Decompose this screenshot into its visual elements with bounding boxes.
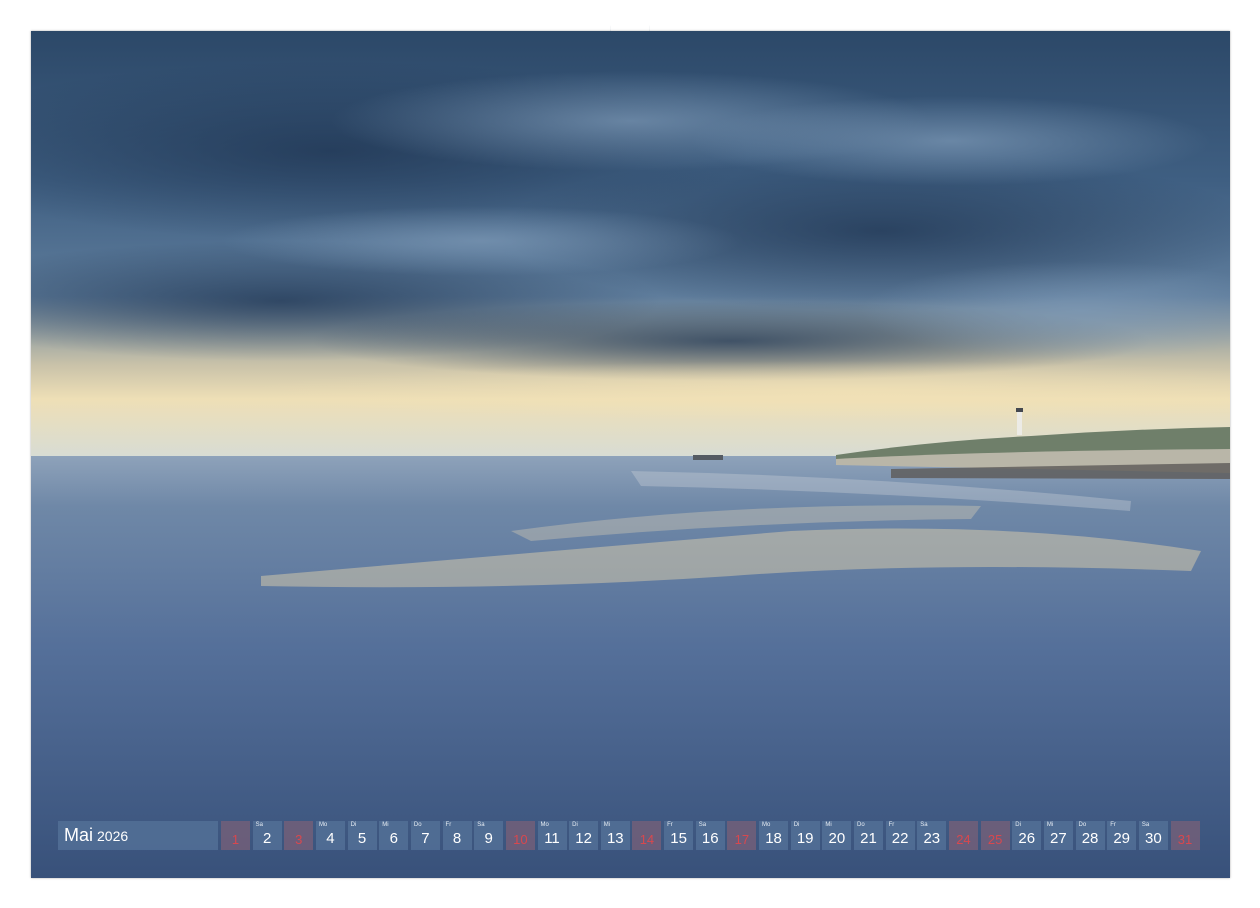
calendar-day: Fr 8 (442, 821, 472, 850)
calendar-day: Mo 11 (537, 821, 567, 850)
day-number: 7 (421, 830, 430, 847)
weekday-label: Mi (1046, 822, 1054, 828)
weekday-label: Sa (1141, 822, 1150, 828)
month-year: 2026 (97, 828, 129, 844)
weekday-label: Do (1078, 822, 1087, 828)
day-number: 19 (796, 830, 814, 847)
calendar-day: Mi 13 (600, 821, 630, 850)
calendar-day: Mo 18 (759, 821, 789, 850)
calendar-day: Mi 20 (822, 821, 852, 850)
day-number: 4 (326, 830, 335, 847)
calendar-day: Di 19 (790, 821, 820, 850)
calendar-day: 17 (727, 821, 757, 850)
weekday-label: Do (857, 822, 865, 828)
calendar-day: Mi 27 (1043, 821, 1073, 850)
day-number: 20 (828, 830, 846, 847)
weekday-label: Sa (698, 822, 707, 828)
weekday-label: Mi (825, 822, 832, 828)
calendar-day: Do 21 (854, 821, 883, 850)
day-number: 29 (1113, 830, 1131, 847)
calendar-day: Sa 16 (695, 821, 725, 850)
calendar-day: Di 5 (347, 821, 377, 850)
month-label: Mai 2026 (58, 821, 218, 850)
weekday-label: Mo (318, 822, 328, 828)
weekday-label: Fr (1110, 822, 1116, 828)
beach-lighthouse-photo (31, 31, 1230, 878)
day-number: 5 (357, 830, 367, 847)
day-number: 17 (734, 832, 750, 847)
day-number: 22 (891, 830, 909, 847)
sunset-glow (31, 361, 1230, 421)
weekday-label: Mi (603, 822, 611, 828)
day-number: 15 (670, 830, 687, 847)
day-number: 30 (1145, 830, 1162, 847)
day-number: 1 (231, 832, 240, 847)
calendar-day: Fr 29 (1107, 821, 1137, 850)
weekday-label: Mo (540, 822, 549, 828)
calendar-day: 14 (632, 821, 662, 850)
weekday-label: Di (572, 822, 578, 828)
day-number: 16 (701, 830, 719, 847)
day-number: 6 (389, 830, 398, 847)
calendar-day: 24 (948, 821, 978, 850)
day-number: 25 (987, 832, 1003, 847)
day-number: 21 (860, 830, 877, 847)
calendar-day: Fr 15 (664, 821, 694, 850)
month-name: Mai (64, 825, 94, 845)
weekday-label: Mo (762, 822, 771, 828)
weekday-label: Do (413, 822, 422, 828)
day-number: 9 (484, 830, 493, 847)
calendar-day: 10 (505, 821, 535, 850)
weekday-label: Mi (382, 822, 389, 828)
cloud-layer (31, 61, 1230, 381)
calendar-day: Mi 6 (379, 821, 409, 850)
calendar-day: 3 (284, 821, 314, 850)
weekday-label: Di (793, 822, 800, 828)
weekday-label: Di (1015, 822, 1021, 828)
day-number: 31 (1177, 832, 1193, 847)
day-number: 13 (606, 830, 624, 847)
calendar-day: Sa 9 (474, 821, 504, 850)
day-number: 27 (1050, 830, 1067, 847)
calendar-day: Do 7 (410, 821, 440, 850)
weekday-label: Fr (667, 822, 673, 828)
weekday-label: Fr (445, 822, 452, 828)
day-number: 8 (452, 830, 462, 847)
lighthouse-icon (1016, 408, 1023, 435)
calendar-day: 25 (980, 821, 1010, 850)
day-number: 10 (513, 832, 528, 847)
weekday-label: Sa (920, 822, 928, 828)
weekday-label: Fr (888, 822, 895, 828)
day-number: 28 (1081, 830, 1099, 847)
calendar-day: Di 12 (569, 821, 599, 850)
weekday-label: Sa (477, 822, 485, 828)
calendar-day: Mo 4 (315, 821, 345, 850)
calendar-day: Fr 22 (885, 821, 915, 850)
day-number: 11 (544, 830, 560, 847)
day-number: 14 (639, 832, 655, 847)
day-number: 26 (1018, 830, 1036, 847)
calendar-day: Sa 2 (252, 821, 282, 850)
calendar-day: 1 (221, 821, 250, 850)
day-number: 23 (923, 830, 941, 847)
calendar-day: Sa 23 (917, 821, 947, 850)
calendar-day: 31 (1170, 821, 1200, 850)
day-number: 3 (295, 832, 303, 847)
day-number: 2 (262, 830, 272, 847)
calendar-day: Sa 30 (1138, 821, 1168, 850)
weekday-label: Di (350, 822, 357, 828)
calendar-day: Do 28 (1075, 821, 1105, 850)
day-number: 24 (956, 832, 971, 847)
day-number: 12 (575, 830, 592, 847)
calendar-day: Di 26 (1012, 821, 1042, 850)
weekday-label: Sa (255, 822, 263, 828)
shipwreck (693, 455, 723, 460)
day-number: 18 (765, 830, 782, 847)
